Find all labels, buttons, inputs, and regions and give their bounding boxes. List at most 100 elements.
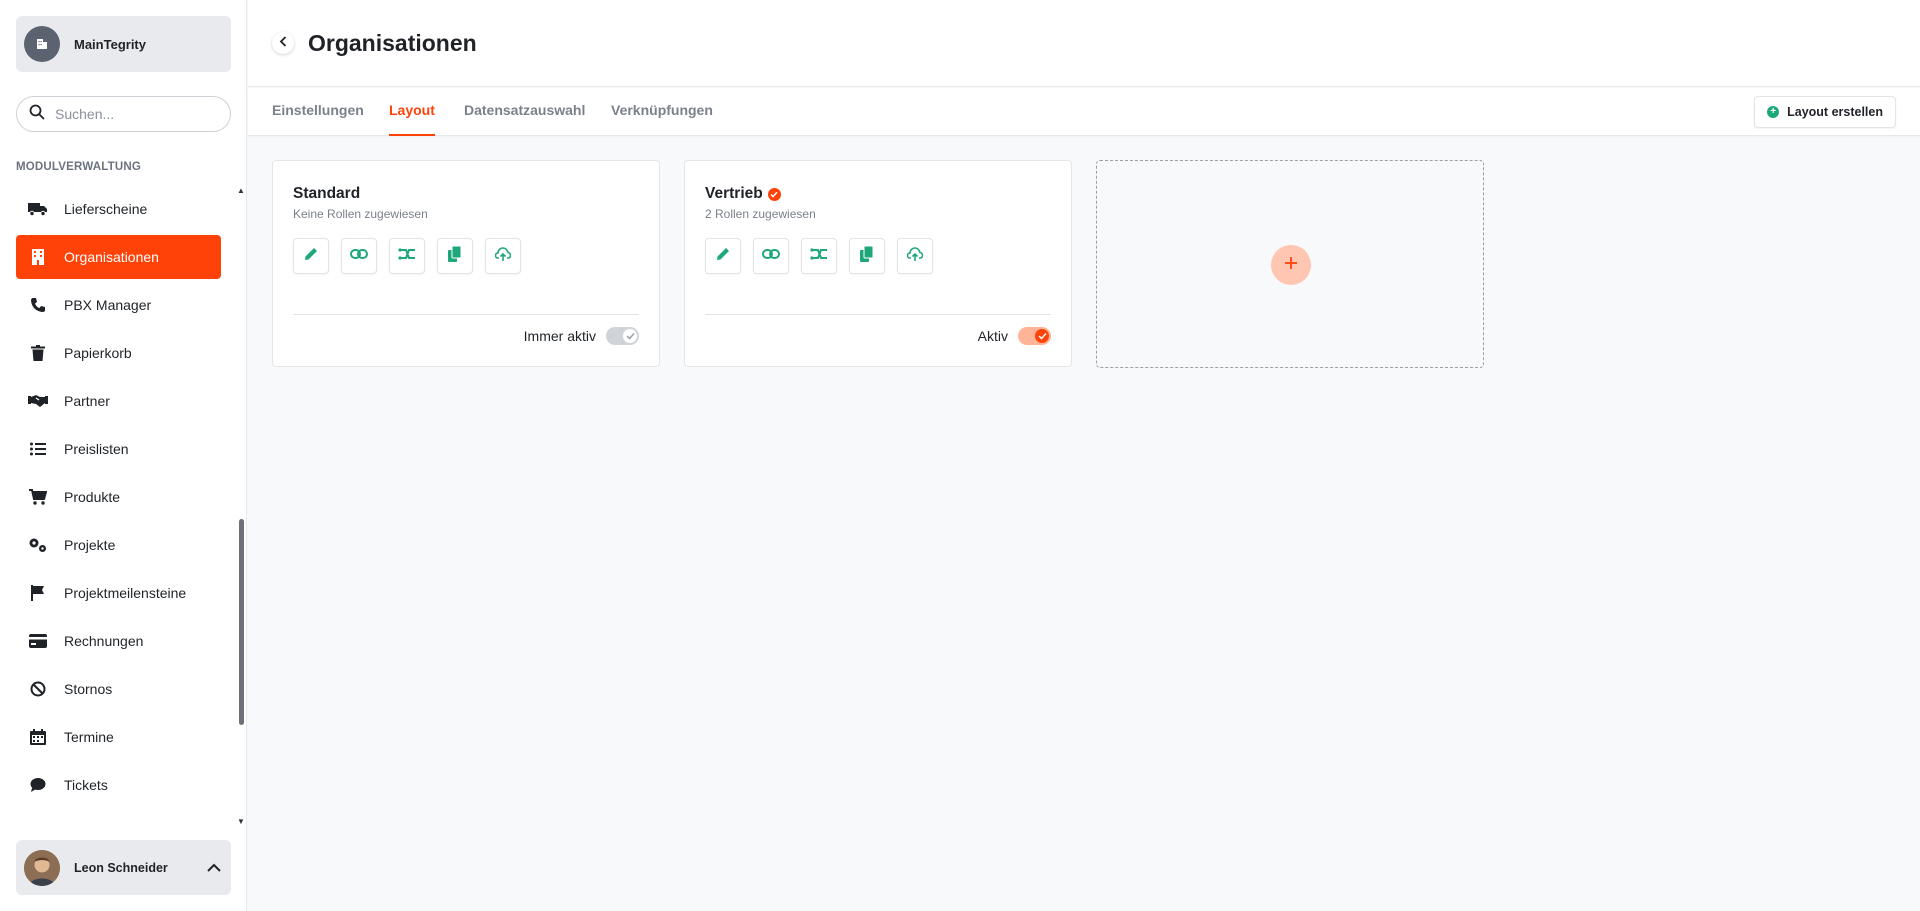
upload-icon	[494, 246, 512, 267]
edit-button[interactable]	[705, 238, 741, 274]
scroll-up-arrow-icon[interactable]: ▲	[237, 186, 245, 195]
scrollbar-thumb[interactable]	[239, 519, 244, 725]
organization-name: MainTegrity	[74, 36, 146, 52]
organization-logo-icon	[24, 26, 60, 62]
flag-icon	[28, 583, 48, 603]
trash-icon	[28, 343, 48, 363]
card-title: Standard	[293, 185, 360, 203]
card-actions	[293, 238, 533, 274]
sidebar-item-projekte[interactable]: Projekte	[16, 523, 221, 567]
export-button[interactable]	[897, 238, 933, 274]
page-title: Organisationen	[308, 30, 477, 56]
credit-card-icon	[28, 631, 48, 651]
sidebar-item-tickets[interactable]: Tickets	[16, 763, 221, 807]
sidebar-item-label: Preislisten	[64, 441, 129, 457]
tab-verknuepfungen[interactable]: Verknüpfungen	[611, 102, 713, 136]
active-toggle-row: Aktiv	[978, 327, 1051, 345]
pencil-icon	[715, 246, 731, 267]
sidebar-nav: Lieferscheine Organisationen PBX Manager…	[16, 187, 236, 827]
chevron-up-icon[interactable]	[207, 859, 221, 877]
card-actions	[705, 238, 945, 274]
sidebar: MainTegrity MODULVERWALTUNG Lieferschein…	[0, 0, 247, 911]
truck-icon	[28, 199, 48, 219]
handshake-icon	[28, 391, 48, 411]
toggle-knob	[1035, 329, 1049, 343]
sidebar-item-projektmeilensteine[interactable]: Projektmeilensteine	[16, 571, 221, 615]
card-title: Vertrieb	[705, 185, 781, 203]
pencil-icon	[303, 246, 319, 267]
always-active-toggle[interactable]	[606, 327, 639, 345]
sidebar-item-label: Partner	[64, 393, 110, 409]
back-button[interactable]	[272, 32, 294, 54]
scroll-down-arrow-icon[interactable]: ▼	[237, 817, 245, 826]
active-toggle[interactable]	[1018, 327, 1051, 345]
mapping-button[interactable]	[801, 238, 837, 274]
search-icon	[29, 104, 45, 125]
copy-button[interactable]	[437, 238, 473, 274]
link-icon	[350, 247, 368, 265]
card-divider	[293, 314, 639, 315]
sidebar-item-produkte[interactable]: Produkte	[16, 475, 221, 519]
sidebar-item-organisationen[interactable]: Organisationen	[16, 235, 221, 279]
sidebar-item-pbx-manager[interactable]: PBX Manager	[16, 283, 221, 327]
sidebar-item-label: Termine	[64, 729, 114, 745]
sidebar-item-papierkorb[interactable]: Papierkorb	[16, 331, 221, 375]
active-toggle-row: Immer aktiv	[524, 327, 639, 345]
copy-button[interactable]	[849, 238, 885, 274]
create-layout-button[interactable]: + Layout erstellen	[1754, 96, 1896, 128]
toggle-label: Aktiv	[977, 328, 1008, 344]
toggle-knob	[623, 329, 637, 343]
search-input[interactable]	[55, 106, 215, 122]
sidebar-item-lieferscheine[interactable]: Lieferscheine	[16, 187, 221, 231]
plus-circle-icon: +	[1767, 106, 1780, 118]
sidebar-item-label: Tickets	[64, 777, 108, 793]
card-subtitle: Keine Rollen zugewiesen	[293, 207, 428, 221]
verified-badge-icon	[767, 187, 781, 201]
create-layout-label: Layout erstellen	[1787, 105, 1883, 119]
sidebar-item-rechnungen[interactable]: Rechnungen	[16, 619, 221, 663]
tabs-bar: Einstellungen Layout Datensatzauswahl Ve…	[248, 88, 1920, 136]
chevron-left-icon	[279, 34, 287, 52]
sidebar-item-label: Organisationen	[64, 249, 159, 265]
upload-icon	[906, 246, 924, 267]
sidebar-item-label: Produkte	[64, 489, 121, 505]
toggle-label: Immer aktiv	[523, 328, 596, 344]
card-title-text: Standard	[293, 185, 361, 202]
copy-icon	[860, 245, 874, 267]
tab-einstellungen[interactable]: Einstellungen	[272, 102, 364, 136]
layout-card-vertrieb: Vertrieb 2 Rollen zugewiesen Aktiv	[684, 160, 1072, 367]
link-icon	[762, 247, 780, 265]
organization-switcher[interactable]: MainTegrity	[16, 16, 231, 72]
sidebar-item-partner[interactable]: Partner	[16, 379, 221, 423]
shuffle-icon	[398, 247, 416, 266]
edit-button[interactable]	[293, 238, 329, 274]
search-box[interactable]	[16, 96, 231, 132]
sidebar-item-label: Projekte	[64, 537, 116, 553]
mapping-button[interactable]	[389, 238, 425, 274]
sidebar-item-label: Projektmeilensteine	[64, 585, 187, 601]
sidebar-scrollbar[interactable]: ▲ ▼	[237, 186, 245, 826]
sidebar-item-label: Papierkorb	[64, 345, 132, 361]
tab-datensatzauswahl[interactable]: Datensatzauswahl	[464, 102, 585, 136]
sidebar-item-preislisten[interactable]: Preislisten	[16, 427, 221, 471]
plus-icon	[1284, 256, 1298, 275]
add-layout-card[interactable]	[1096, 160, 1484, 368]
sidebar-item-stornos[interactable]: Stornos	[16, 667, 221, 711]
add-layout-button[interactable]	[1271, 245, 1311, 285]
calendar-icon	[28, 727, 48, 747]
sidebar-item-termine[interactable]: Termine	[16, 715, 221, 759]
user-menu[interactable]: Leon Schneider	[16, 840, 231, 895]
card-subtitle: 2 Rollen zugewiesen	[705, 207, 816, 221]
tab-layout[interactable]: Layout	[389, 102, 435, 136]
shuffle-icon	[810, 247, 828, 266]
link-button[interactable]	[753, 238, 789, 274]
ban-icon	[28, 679, 48, 699]
export-button[interactable]	[485, 238, 521, 274]
avatar	[24, 849, 60, 886]
section-label: MODULVERWALTUNG	[16, 161, 142, 173]
link-button[interactable]	[341, 238, 377, 274]
building-icon	[28, 247, 48, 267]
page-header: Organisationen	[248, 0, 1920, 87]
sidebar-item-label: Rechnungen	[64, 633, 144, 649]
layout-card-standard: Standard Keine Rollen zugewiesen Immer a…	[272, 160, 660, 367]
